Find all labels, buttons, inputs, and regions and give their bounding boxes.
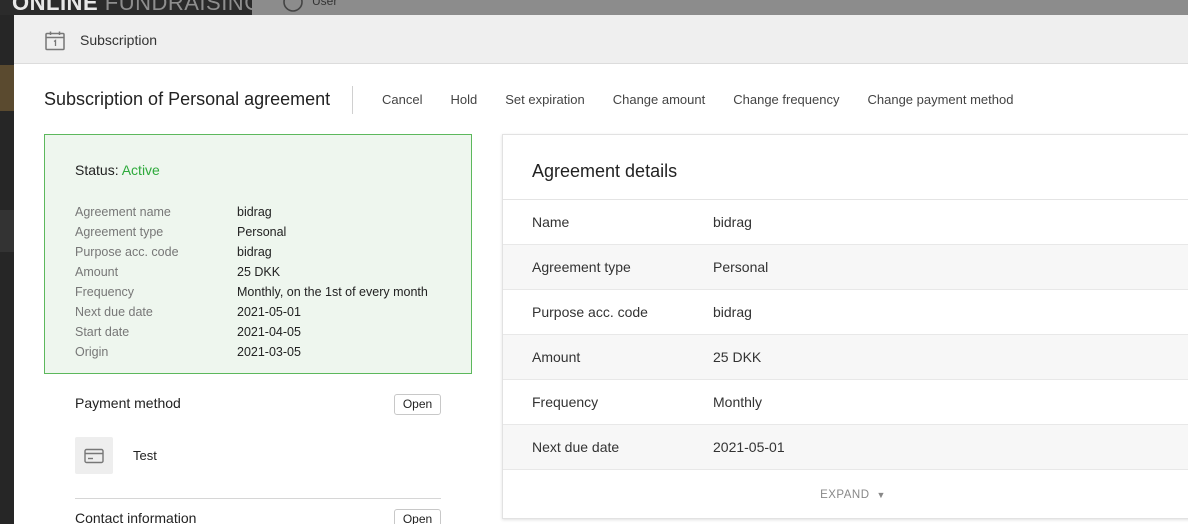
set-expiration-button[interactable]: Set expiration: [493, 88, 597, 111]
details-table: Name bidrag Agreement type Personal Purpos…: [503, 200, 1188, 470]
info-row: Amount 25 DKK: [75, 262, 428, 282]
details-row: Amount 25 DKK: [503, 335, 1188, 380]
details-label: Frequency: [532, 394, 599, 410]
payment-method-open-button[interactable]: Open: [394, 394, 441, 415]
details-row: Purpose acc. code bidrag: [503, 290, 1188, 335]
modal-header: Subscription: [14, 15, 1188, 64]
info-row: Agreement name bidrag: [75, 202, 428, 222]
status-info-grid: Agreement name bidrag Agreement type Perso…: [75, 202, 428, 362]
calendar-icon: [45, 31, 65, 51]
modal-title: Subscription: [80, 32, 158, 48]
subscription-modal: Subscription Subscription of Personal ag…: [14, 15, 1188, 524]
status-line: Status: Active: [75, 162, 160, 178]
expand-button[interactable]: EXPAND ▼: [503, 470, 1188, 520]
details-label: Purpose acc. code: [532, 304, 648, 320]
action-toolbar: Cancel Hold Set expiration Change amount…: [370, 87, 1029, 111]
page-title: Subscription of Personal agreement: [44, 89, 331, 109]
hold-button[interactable]: Hold: [438, 88, 489, 111]
contact-information-heading: Contact information: [75, 510, 197, 524]
info-row: Next due date 2021-05-01: [75, 302, 428, 322]
change-amount-button[interactable]: Change amount: [601, 88, 718, 111]
details-label: Amount: [532, 349, 581, 365]
details-value: bidrag: [713, 214, 752, 230]
details-value: Personal: [713, 259, 769, 275]
details-row: Name bidrag: [503, 200, 1188, 245]
brand-logo: ONLINE FUNDRAISING: [12, 0, 252, 15]
info-row: Frequency Monthly, on the 1st of every mo…: [75, 282, 428, 302]
info-label: Agreement name: [75, 205, 171, 219]
info-value: 2021-04-05: [237, 325, 301, 339]
info-value: 2021-05-01: [237, 305, 301, 319]
change-payment-method-button[interactable]: Change payment method: [855, 88, 1025, 111]
info-label: Purpose acc. code: [75, 245, 179, 259]
change-frequency-button[interactable]: Change frequency: [721, 88, 851, 111]
background-sidebar-accent: [0, 65, 14, 111]
payment-method-heading: Payment method: [75, 395, 181, 411]
info-value: bidrag: [237, 205, 272, 219]
details-label: Agreement type: [532, 259, 631, 275]
info-label: Agreement type: [75, 225, 164, 239]
info-value: bidrag: [237, 245, 272, 259]
agreement-details-panel: Agreement details Name bidrag Agreement t…: [502, 134, 1188, 519]
background-brand-bar: ONLINE FUNDRAISING: [0, 0, 252, 15]
details-label: Name: [532, 214, 570, 230]
details-row: Frequency Monthly: [503, 380, 1188, 425]
user-avatar-icon: [283, 0, 303, 12]
info-row: Origin 2021-03-05: [75, 342, 428, 362]
info-label: Amount: [75, 265, 119, 279]
info-value: 2021-03-05: [237, 345, 301, 359]
details-label: Next due date: [532, 439, 620, 455]
section-divider: [75, 498, 441, 499]
info-label: Origin: [75, 345, 109, 359]
status-card: Status: Active Agreement name bidrag Agre…: [44, 134, 472, 374]
info-row: Agreement type Personal: [75, 222, 428, 242]
background-sidebar-item: [0, 210, 14, 252]
payment-method-icon-box: [75, 437, 113, 474]
info-value: 25 DKK: [237, 265, 281, 279]
caret-down-icon: ▼: [876, 490, 886, 500]
credit-card-icon: [84, 448, 104, 463]
details-value: Monthly: [713, 394, 763, 410]
info-label: Frequency: [75, 285, 135, 299]
contact-information-open-button[interactable]: Open: [394, 509, 441, 524]
info-row: Purpose acc. code bidrag: [75, 242, 428, 262]
details-value: bidrag: [713, 304, 752, 320]
title-divider: [352, 86, 353, 114]
details-row: Next due date 2021-05-01: [503, 425, 1188, 470]
expand-label: EXPAND: [820, 489, 870, 501]
payment-method-name: Test: [133, 448, 157, 463]
agreement-details-title: Agreement details: [532, 161, 678, 181]
info-value: Monthly, on the 1st of every month: [237, 285, 428, 299]
background-user-label: User: [312, 0, 338, 8]
info-label: Start date: [75, 325, 130, 339]
info-value: Personal: [237, 225, 287, 239]
status-badge: Active: [121, 162, 160, 178]
info-label: Next due date: [75, 305, 153, 319]
details-row: Agreement type Personal: [503, 245, 1188, 290]
status-label: Status:: [75, 162, 119, 178]
details-value: 25 DKK: [713, 349, 762, 365]
details-value: 2021-05-01: [713, 439, 785, 455]
info-row: Start date 2021-04-05: [75, 322, 428, 342]
cancel-button[interactable]: Cancel: [370, 88, 434, 111]
